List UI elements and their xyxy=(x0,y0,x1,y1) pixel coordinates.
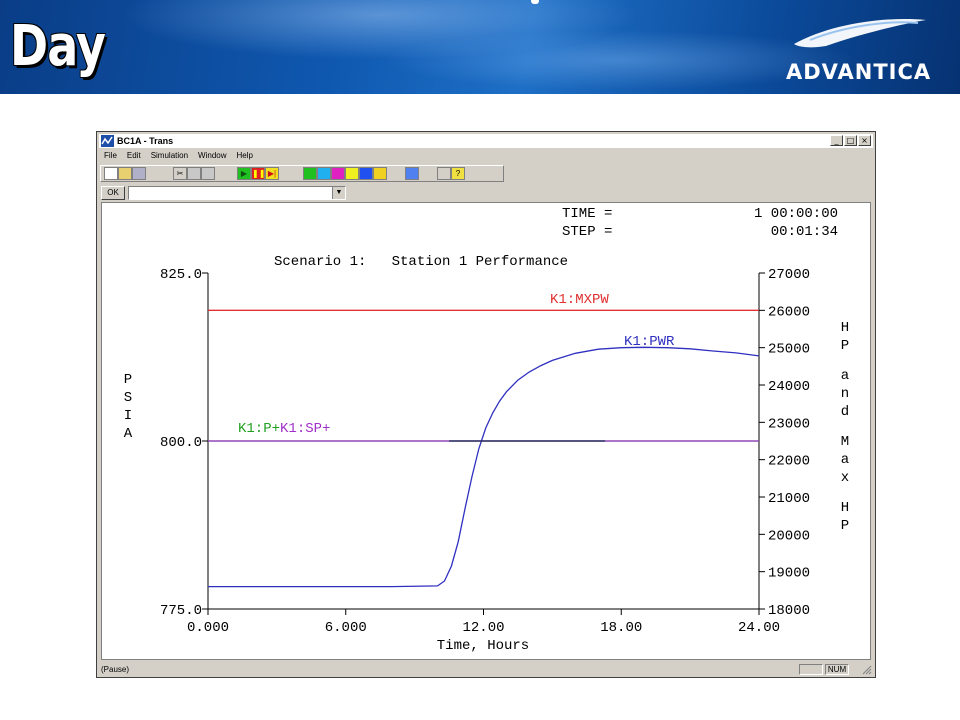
menu-file[interactable]: File xyxy=(104,149,117,162)
menu-bar: File Edit Simulation Window Help xyxy=(99,149,253,162)
menu-simulation[interactable]: Simulation xyxy=(151,149,188,162)
x-tick-label: 12.00 xyxy=(462,620,504,636)
stop-icon[interactable] xyxy=(331,167,345,180)
app-icon xyxy=(101,135,114,147)
annotation-p-sp: K1:P+K1:SP+ xyxy=(238,421,330,437)
close-button[interactable]: × xyxy=(858,135,871,146)
save-icon[interactable] xyxy=(132,167,146,180)
slide-title: Day xyxy=(10,14,106,79)
paste-icon[interactable] xyxy=(201,167,215,180)
y-right-label-char: M xyxy=(841,434,849,450)
annotation-mxpw: K1:MXPW xyxy=(550,292,609,308)
y-right-tick-label: 22000 xyxy=(768,454,810,470)
graph-icon[interactable] xyxy=(373,167,387,180)
y-left-label-char: P xyxy=(124,372,132,388)
step-label: STEP = xyxy=(562,224,612,240)
copy-icon[interactable] xyxy=(187,167,201,180)
plot-area: TIME = 1 00:00:00 STEP = 00:01:34 Scenar… xyxy=(101,202,871,660)
open-icon[interactable] xyxy=(118,167,132,180)
y-right-tick-label: 20000 xyxy=(768,528,810,544)
window-title: BC1A - Trans xyxy=(117,136,174,146)
y-left-label-char: I xyxy=(124,408,132,424)
caption-buttons: _ □ × xyxy=(830,135,871,146)
y-right-tick-label: 23000 xyxy=(768,416,810,432)
maximize-button[interactable]: □ xyxy=(844,135,857,146)
help-icon[interactable]: ? xyxy=(451,167,465,180)
window-icon[interactable] xyxy=(359,167,373,180)
y-left-label-char: S xyxy=(124,390,132,406)
app-window: BC1A - Trans _ □ × File Edit Simulation … xyxy=(96,131,876,678)
y-right-tick-label: 25000 xyxy=(768,342,810,358)
y-right-label-char: H xyxy=(841,320,849,336)
menu-window[interactable]: Window xyxy=(198,149,226,162)
status-text: (Pause) xyxy=(101,665,130,674)
annotation-p: K1:P+ xyxy=(238,421,280,437)
status-num: NUM xyxy=(825,664,849,675)
time-value: 1 00:00:00 xyxy=(754,206,838,222)
y-right-tick-label: 19000 xyxy=(768,566,810,582)
y-right-label-char: n xyxy=(841,386,849,402)
chart-title: Scenario 1: Station 1 Performance xyxy=(274,254,568,270)
y-right-tick-label: 26000 xyxy=(768,304,810,320)
y-right-tick-label: 24000 xyxy=(768,379,810,395)
slide-header: Day ADVANTICA xyxy=(0,0,960,94)
menu-help[interactable]: Help xyxy=(237,149,253,162)
y-left-tick-label: 800.0 xyxy=(160,435,202,451)
y-right-tick-label: 27000 xyxy=(768,267,810,283)
annotation-pwr: K1:PWR xyxy=(624,334,675,350)
advantica-swoosh-logo xyxy=(794,19,926,48)
run-icon[interactable]: ▶ xyxy=(237,167,251,180)
y-right-label-char: P xyxy=(841,338,849,354)
time-label: TIME = xyxy=(562,206,612,222)
window-titlebar[interactable]: BC1A - Trans _ □ × xyxy=(99,134,873,148)
y-axis-right-label: HPandMaxHP xyxy=(841,320,849,534)
resize-grip-icon[interactable] xyxy=(862,665,872,675)
logo-text: ADVANTICA xyxy=(786,60,932,84)
pause-icon[interactable]: ❚❚ xyxy=(251,167,265,180)
status-pane-empty xyxy=(799,664,823,675)
y-right-tick-label: 21000 xyxy=(768,491,810,507)
series-line-k1-pwr xyxy=(208,346,760,588)
minimize-button[interactable]: _ xyxy=(830,135,843,146)
y-left-tick-label: 825.0 xyxy=(160,267,202,283)
clock-icon[interactable] xyxy=(317,167,331,180)
new-icon[interactable] xyxy=(104,167,118,180)
cut-icon[interactable]: ✂ xyxy=(173,167,187,180)
y-right-label-char: a xyxy=(841,368,849,384)
y-axis-left-label: PSIA xyxy=(124,372,133,442)
ok-button[interactable]: OK xyxy=(101,186,125,200)
cropped-glyph xyxy=(531,0,539,4)
y-right-label-char: d xyxy=(841,404,849,420)
y-right-tick-label: 18000 xyxy=(768,603,810,619)
performance-chart: TIME = 1 00:00:00 STEP = 00:01:34 Scenar… xyxy=(124,206,849,654)
chevron-down-icon[interactable]: ▼ xyxy=(332,187,345,199)
chart-icon[interactable] xyxy=(303,167,317,180)
status-bar: (Pause) NUM xyxy=(99,663,873,676)
y-right-label-char: x xyxy=(841,470,849,486)
palette-icon[interactable] xyxy=(345,167,359,180)
annotation-sp: K1:SP+ xyxy=(280,421,330,437)
y-right-label-char: P xyxy=(841,518,849,534)
print-icon[interactable] xyxy=(437,167,451,180)
x-tick-label: 0.000 xyxy=(187,620,229,636)
y-left-label-char: A xyxy=(124,426,133,442)
menu-edit[interactable]: Edit xyxy=(127,149,141,162)
y-right-label-char: a xyxy=(841,452,849,468)
x-axis-label: Time, Hours xyxy=(437,638,529,654)
x-tick-label: 6.000 xyxy=(325,620,367,636)
command-combo[interactable]: ▼ xyxy=(128,186,346,200)
toolbar: ✂ ▶ ❚❚ ▶| ? xyxy=(100,165,504,182)
step-value: 00:01:34 xyxy=(771,224,838,240)
y-right-label-char: H xyxy=(841,500,849,516)
step-icon[interactable]: ▶| xyxy=(265,167,279,180)
x-tick-label: 18.00 xyxy=(600,620,642,636)
y-left-tick-label: 775.0 xyxy=(160,603,202,619)
x-tick-label: 24.00 xyxy=(738,620,780,636)
refresh-icon[interactable] xyxy=(405,167,419,180)
